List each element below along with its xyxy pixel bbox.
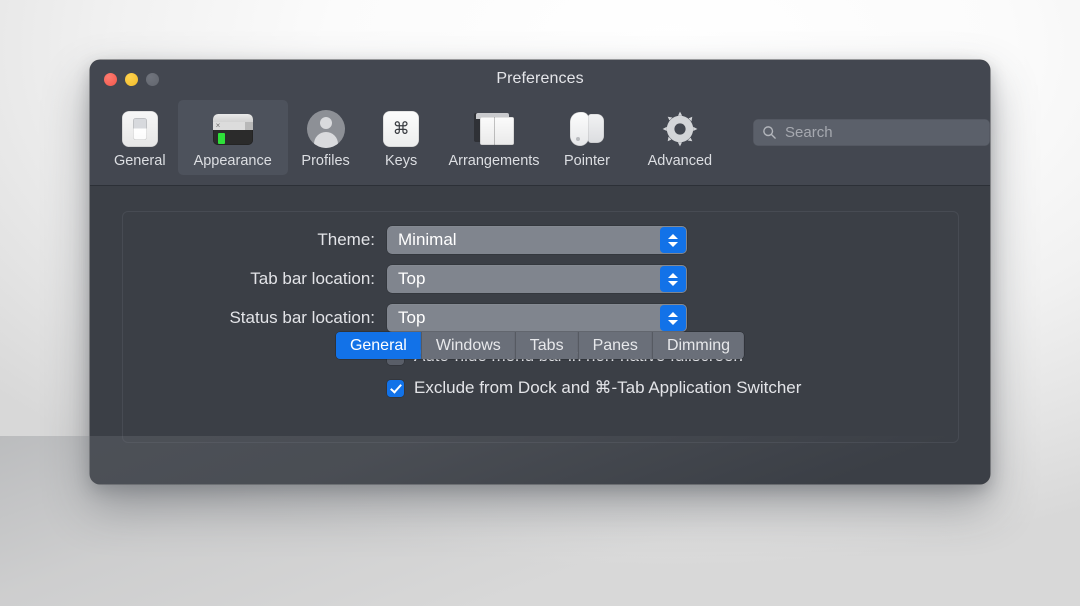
toolbar-item-appearance[interactable]: × Appearance xyxy=(177,100,288,175)
form-row-tab-bar-location: Tab bar location: Top xyxy=(122,265,957,293)
exclude-from-dock-label: Exclude from Dock and ⌘-Tab Application … xyxy=(414,378,802,397)
toolbar-label-appearance: Appearance xyxy=(193,153,272,169)
search-placeholder: Search xyxy=(785,124,833,141)
toolbar-item-advanced[interactable]: Advanced xyxy=(625,100,735,175)
window-title: Preferences xyxy=(496,70,584,87)
exclude-from-dock-checkbox[interactable] xyxy=(387,379,404,397)
search-input[interactable]: Search xyxy=(753,119,990,146)
appearance-icon: × xyxy=(211,107,255,151)
tab-bar-location-popup-button[interactable]: Top xyxy=(387,265,687,293)
label-theme: Theme: xyxy=(317,230,375,249)
label-tab-bar-location: Tab bar location: xyxy=(250,269,375,288)
keys-icon: ⌘ xyxy=(379,107,423,151)
desktop-background: Preferences General × Appearance Profile… xyxy=(0,0,1080,606)
form-row-theme: Theme: Minimal xyxy=(122,226,957,254)
chevron-updown-icon xyxy=(660,227,686,253)
general-icon xyxy=(118,107,162,151)
command-glyph: ⌘ xyxy=(383,111,420,147)
arrangements-icon xyxy=(472,107,516,151)
toolbar-label-general: General xyxy=(113,153,166,169)
toolbar-item-keys[interactable]: ⌘ Keys xyxy=(363,100,439,175)
theme-popup-button[interactable]: Minimal xyxy=(387,226,687,254)
preferences-toolbar: General × Appearance Profiles ⌘ Keys Arr… xyxy=(90,100,990,186)
status-bar-location-popup-button[interactable]: Top xyxy=(387,304,687,332)
toolbar-label-arrangements: Arrangements xyxy=(448,153,540,169)
toolbar-item-arrangements[interactable]: Arrangements xyxy=(439,100,549,175)
tab-dimming[interactable]: Dimming xyxy=(651,332,745,359)
toolbar-label-profiles: Profiles xyxy=(301,153,350,169)
advanced-gear-icon xyxy=(658,107,702,151)
chevron-updown-icon xyxy=(660,266,686,292)
toolbar-item-profiles[interactable]: Profiles xyxy=(288,100,364,175)
chevron-updown-icon xyxy=(660,305,686,331)
form-row-status-bar-location: Status bar location: Top xyxy=(122,304,957,332)
profiles-icon xyxy=(304,107,348,151)
theme-value: Minimal xyxy=(398,230,457,249)
search-field-wrapper: Search xyxy=(753,119,990,146)
general-settings-form: Theme: Minimal Tab bar location: Top Sta… xyxy=(122,226,957,401)
toolbar-item-pointer[interactable]: Pointer xyxy=(549,100,625,175)
status-bar-location-value: Top xyxy=(398,308,426,327)
toolbar-label-advanced: Advanced xyxy=(647,153,713,169)
toolbar-label-pointer: Pointer xyxy=(563,153,610,169)
search-icon xyxy=(763,126,776,139)
tab-general[interactable]: General xyxy=(335,332,421,359)
preferences-window: Preferences General × Appearance Profile… xyxy=(90,60,990,484)
tab-tabs[interactable]: Tabs xyxy=(514,332,578,359)
toolbar-item-general[interactable]: General xyxy=(102,100,178,175)
appearance-tab-bar: General Windows Tabs Panes Dimming xyxy=(335,332,745,359)
preferences-content: General Windows Tabs Panes Dimming Theme… xyxy=(90,186,990,484)
toolbar-label-keys: Keys xyxy=(384,153,418,169)
tab-panes[interactable]: Panes xyxy=(577,332,652,359)
tab-windows[interactable]: Windows xyxy=(420,332,515,359)
label-status-bar-location: Status bar location: xyxy=(229,308,375,327)
tab-bar-location-value: Top xyxy=(398,269,426,288)
window-titlebar: Preferences xyxy=(90,60,990,100)
checkbox-row-exclude-from-dock[interactable]: Exclude from Dock and ⌘-Tab Application … xyxy=(122,375,957,401)
pointer-icon xyxy=(565,107,609,151)
